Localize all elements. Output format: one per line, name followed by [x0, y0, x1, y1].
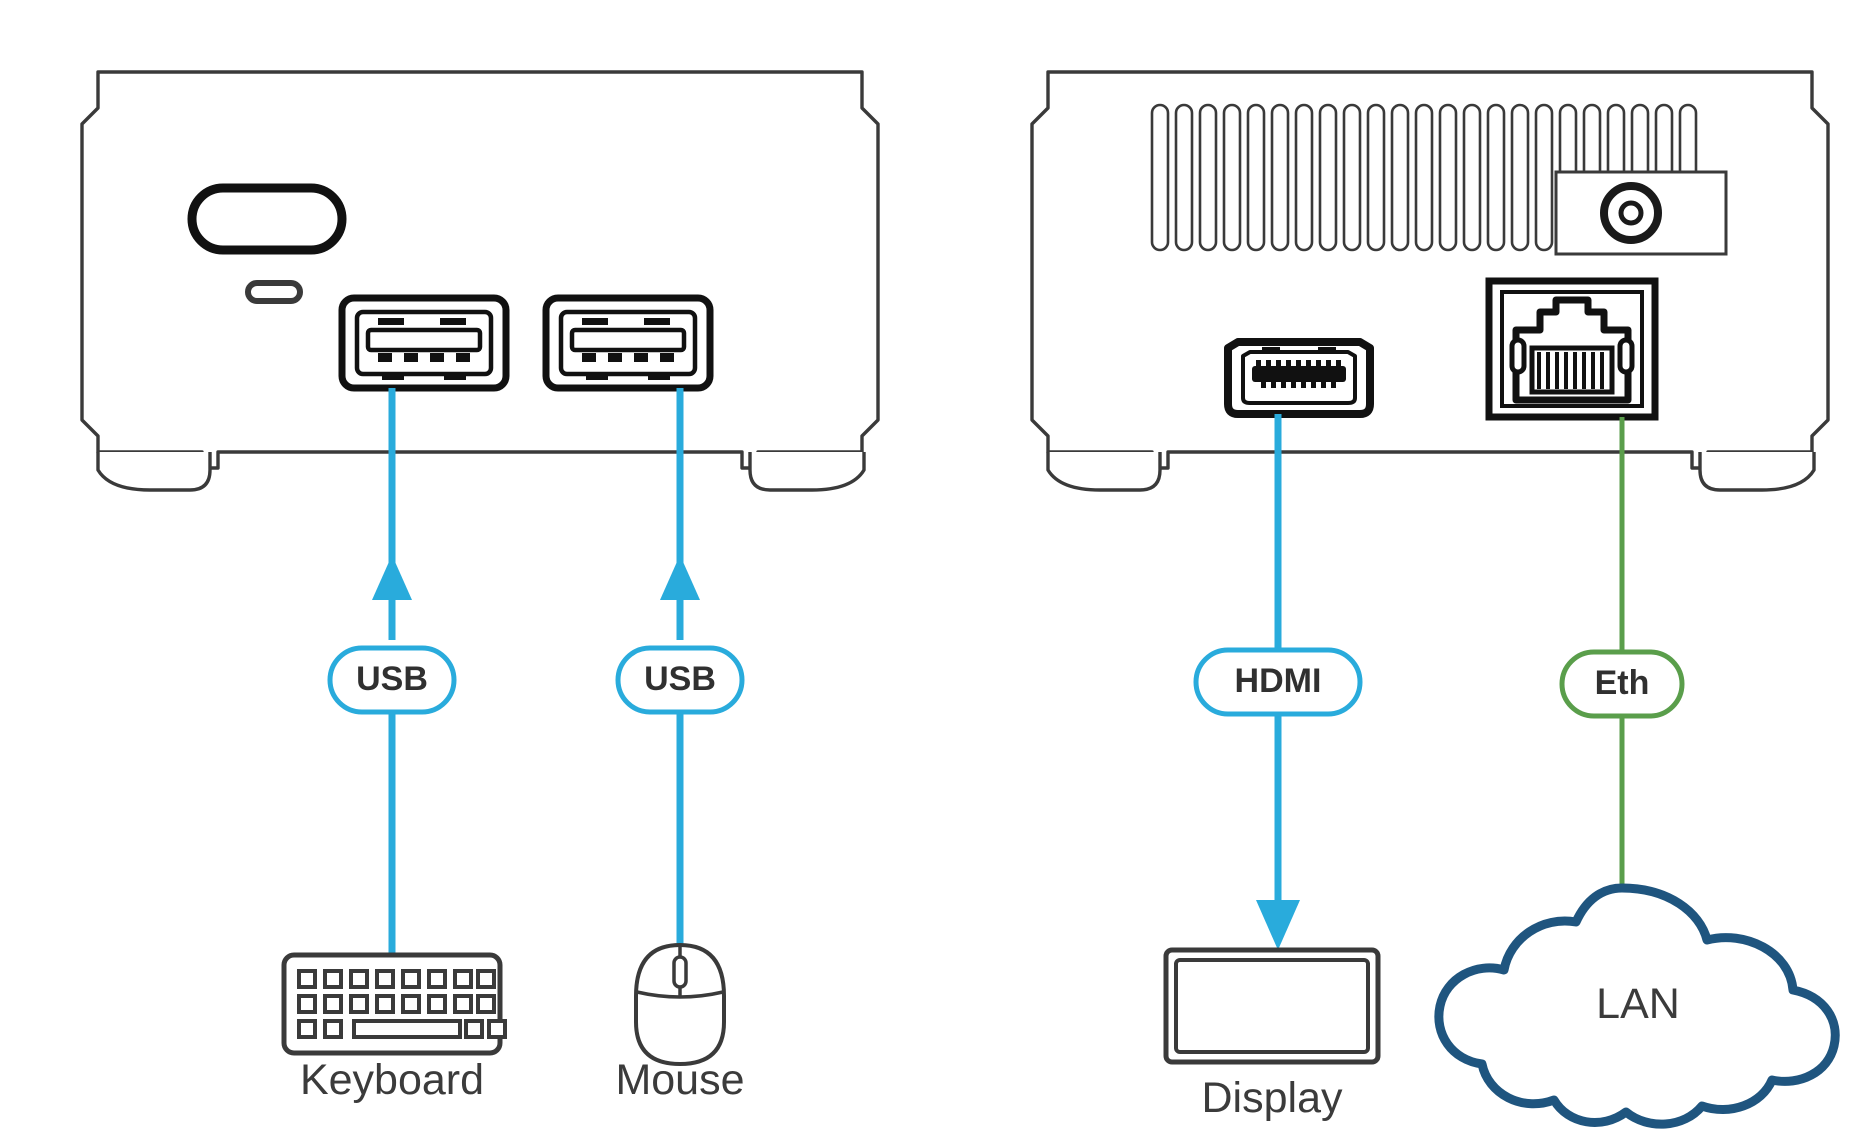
- usb-a-2-tab-1: [582, 318, 608, 325]
- usb-a-1-tab-1: [378, 318, 404, 325]
- usb-a-2-tongue: [569, 327, 687, 353]
- usb-a-1-notch-2: [444, 372, 466, 380]
- badge-usb-left-label: USB: [356, 660, 428, 698]
- dc-jack-inner-pin: [1618, 200, 1644, 226]
- usb-a-2-pin-3: [634, 353, 648, 362]
- usb-c-port-outline: [245, 280, 303, 304]
- mouse-icon[interactable]: [634, 942, 726, 1067]
- front-chassis-outline: [80, 70, 880, 470]
- usb-a-1-pin-2: [404, 353, 418, 362]
- front-panel-chassis: [80, 70, 880, 492]
- hdmi-tab-1: [1262, 347, 1280, 353]
- front-chassis-foot-right: [748, 452, 866, 492]
- usb-a-2-pin-4: [660, 353, 674, 362]
- badge-eth-label: Eth: [1595, 664, 1650, 702]
- front-chassis-foot-left: [96, 452, 212, 492]
- badge-eth[interactable]: Eth: [1559, 649, 1685, 719]
- diagram-canvas: USB USB HDMI Eth Keyboard Mouse Display …: [0, 0, 1866, 1141]
- lan-label: LAN: [1596, 980, 1680, 1028]
- power-button[interactable]: [187, 183, 347, 255]
- keyboard-icon[interactable]: [281, 952, 507, 1056]
- badge-usb-left[interactable]: USB: [327, 645, 457, 715]
- usb-a-2-notch-1: [586, 372, 608, 380]
- usb-a-1-pin-3: [430, 353, 444, 362]
- display-icon[interactable]: [1163, 947, 1381, 1065]
- usb-c-port[interactable]: [245, 280, 303, 304]
- usb-a-2-pin-1: [582, 353, 596, 362]
- badge-usb-right-label: USB: [644, 660, 716, 698]
- usb-a-1-pin-4: [456, 353, 470, 362]
- usb-a-port-2[interactable]: [542, 294, 714, 392]
- usb-a-2-pin-2: [608, 353, 622, 362]
- display-label: Display: [1202, 1074, 1343, 1122]
- badge-usb-right[interactable]: USB: [615, 645, 745, 715]
- power-button-outline: [187, 183, 347, 255]
- keyboard-keys-row3: [297, 1019, 507, 1039]
- usb-a-1-notch-1: [382, 372, 404, 380]
- hdmi-tab-2: [1318, 347, 1336, 353]
- hdmi-port[interactable]: [1224, 338, 1374, 418]
- usb-a-1-pin-1: [378, 353, 392, 362]
- keyboard-label: Keyboard: [300, 1056, 484, 1104]
- dc-power-jack[interactable]: [1554, 170, 1728, 256]
- badge-hdmi[interactable]: HDMI: [1193, 647, 1363, 717]
- usb-a-2-notch-2: [648, 372, 670, 380]
- display-screen: [1174, 958, 1370, 1054]
- mouse-scroll-wheel: [672, 955, 688, 989]
- usb-a-port-1[interactable]: [338, 294, 510, 392]
- usb-a-1-tab-2: [440, 318, 466, 325]
- port-connection-diagram: USB USB HDMI Eth Keyboard Mouse Display …: [0, 0, 1866, 1141]
- mouse-label: Mouse: [615, 1056, 744, 1104]
- badge-hdmi-label: HDMI: [1235, 662, 1322, 700]
- rear-chassis-foot-right: [1698, 452, 1816, 492]
- ethernet-port[interactable]: [1485, 277, 1659, 421]
- usb-a-1-tongue: [365, 327, 483, 353]
- usb-a-2-tab-2: [644, 318, 670, 325]
- rear-chassis-foot-left: [1046, 452, 1162, 492]
